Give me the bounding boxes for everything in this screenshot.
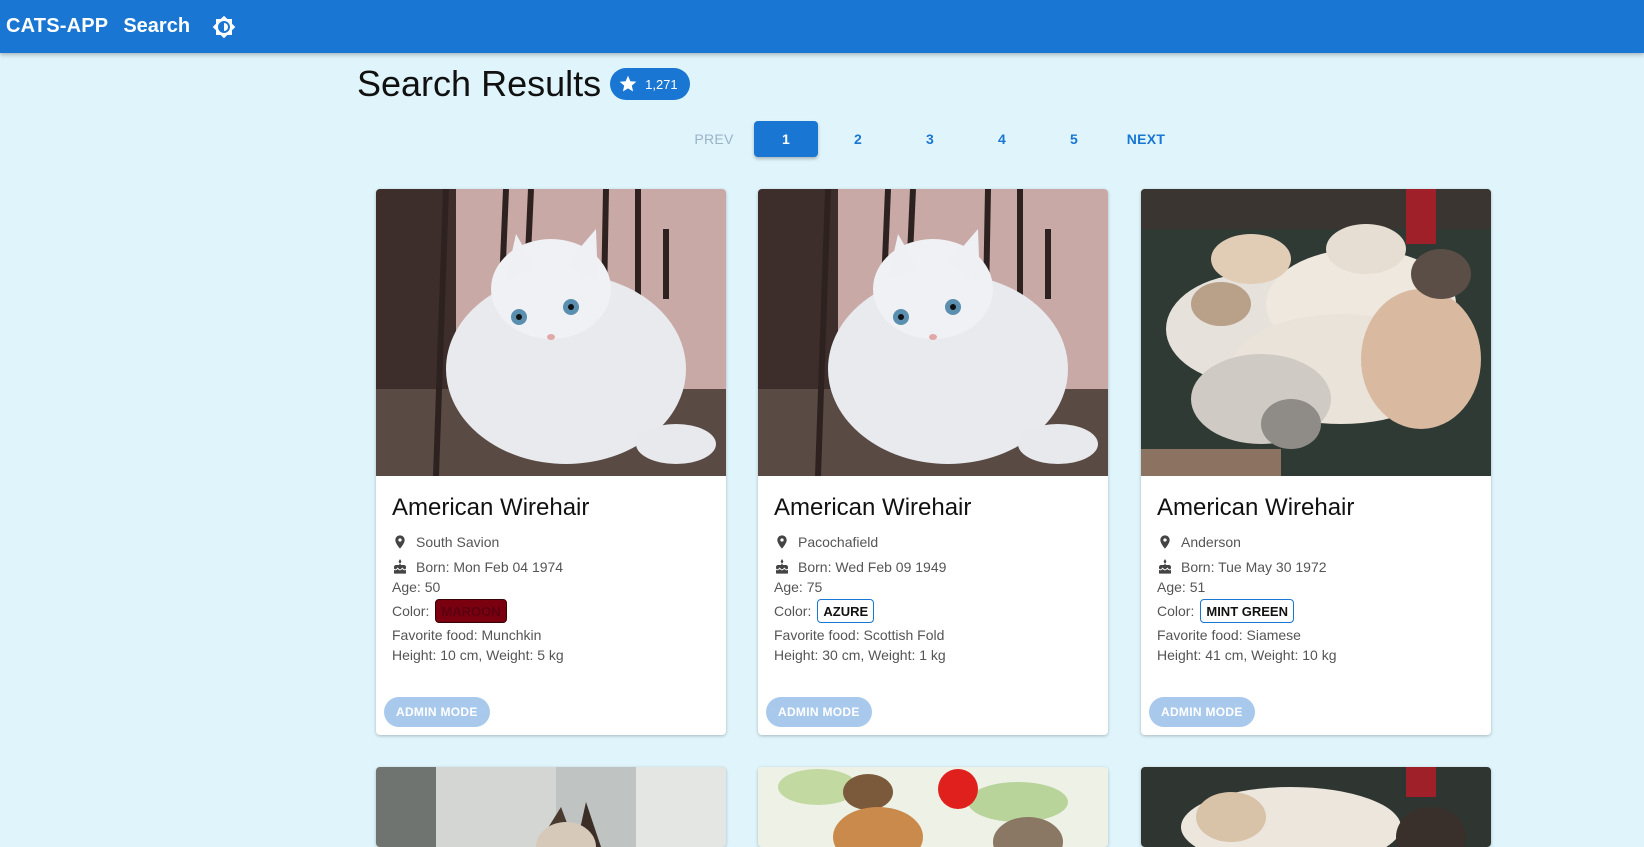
location-pin-icon [774, 532, 792, 552]
page-1-button[interactable]: 1 [754, 121, 818, 157]
page-5-button[interactable]: 5 [1042, 121, 1106, 157]
page-3-button[interactable]: 3 [898, 121, 962, 157]
cat-breed: American Wirehair [774, 494, 972, 521]
admin-mode-button[interactable]: ADMIN MODE [766, 697, 872, 727]
app-bar: CATS-APP Search [0, 0, 1644, 53]
next-page-button[interactable]: NEXT [1114, 121, 1178, 157]
color-label: Color: [774, 603, 812, 619]
location-pin-icon [392, 532, 410, 552]
cat-card-partial [376, 767, 726, 847]
cat-card: American Wirehair Pacochafield Born: Wed… [758, 189, 1108, 735]
prev-page-button[interactable]: PREV [682, 121, 746, 157]
color-label: Color: [392, 603, 430, 619]
cat-card-partial [1141, 767, 1491, 847]
color-row: Color: MAROON [392, 597, 710, 625]
cat-size: Height: 30 cm, Weight: 1 kg [774, 647, 946, 663]
cat-photo-sleeping-kittens [1141, 189, 1491, 476]
location-row: South Savion [392, 532, 710, 552]
color-chip: MAROON [435, 599, 507, 623]
location-row: Pacochafield [774, 532, 1092, 552]
color-chip: MINT GREEN [1200, 599, 1294, 623]
cake-icon [774, 557, 792, 577]
cat-birthdate: Born: Wed Feb 09 1949 [798, 559, 947, 575]
location-pin-icon [1157, 532, 1175, 552]
birth-row: Born: Mon Feb 04 1974 [392, 557, 710, 577]
cat-favorite-food: Favorite food: Scottish Fold [774, 627, 945, 643]
main-content: Search Results 1,271 PREV 1 2 3 4 5 NEXT [0, 53, 1644, 847]
page-2-button[interactable]: 2 [826, 121, 890, 157]
cat-favorite-food: Favorite food: Siamese [1157, 627, 1301, 643]
cat-breed: American Wirehair [1157, 494, 1355, 521]
cat-photo-white-kitten [376, 189, 726, 476]
cake-icon [392, 557, 410, 577]
color-row: Color: MINT GREEN [1157, 597, 1475, 625]
page-title: Search Results [357, 63, 602, 104]
cat-card: American Wirehair Anderson Born: Tue May… [1141, 189, 1491, 735]
birth-row: Born: Wed Feb 09 1949 [774, 557, 1092, 577]
dog-photo-partial [758, 767, 1108, 847]
results-header: Search Results 1,271 [357, 63, 690, 105]
cat-location: South Savion [416, 534, 500, 550]
cat-size: Height: 10 cm, Weight: 5 kg [392, 647, 564, 663]
cat-breed: American Wirehair [392, 494, 590, 521]
page-4-button[interactable]: 4 [970, 121, 1034, 157]
cat-photo-white-kitten [758, 189, 1108, 476]
cat-location: Pacochafield [798, 534, 879, 550]
cat-size: Height: 41 cm, Weight: 10 kg [1157, 647, 1337, 663]
results-count: 1,271 [645, 76, 678, 92]
pagination: PREV 1 2 3 4 5 NEXT [682, 121, 1186, 157]
color-chip: AZURE [817, 599, 875, 623]
app-brand[interactable]: CATS-APP [6, 15, 108, 38]
results-count-badge: 1,271 [610, 68, 690, 100]
color-label: Color: [1157, 603, 1195, 619]
brightness-icon[interactable] [211, 14, 237, 40]
cat-age: Age: 50 [392, 579, 441, 595]
admin-mode-button[interactable]: ADMIN MODE [384, 697, 490, 727]
star-icon [619, 75, 637, 92]
birth-row: Born: Tue May 30 1972 [1157, 557, 1475, 577]
cake-icon [1157, 557, 1175, 577]
cat-favorite-food: Favorite food: Munchkin [392, 627, 542, 643]
cat-card-partial [758, 767, 1108, 847]
cat-birthdate: Born: Mon Feb 04 1974 [416, 559, 564, 575]
admin-mode-button[interactable]: ADMIN MODE [1149, 697, 1255, 727]
cat-age: Age: 51 [1157, 579, 1206, 595]
nav-search-link[interactable]: Search [123, 15, 190, 38]
cat-age: Age: 75 [774, 579, 823, 595]
location-row: Anderson [1157, 532, 1475, 552]
cat-photo-partial [1141, 767, 1491, 847]
cat-location: Anderson [1181, 534, 1241, 550]
cat-photo-partial [376, 767, 726, 847]
cat-card: American Wirehair South Savion Born: Mon… [376, 189, 726, 735]
cat-birthdate: Born: Tue May 30 1972 [1181, 559, 1327, 575]
color-row: Color: AZURE [774, 597, 1092, 625]
